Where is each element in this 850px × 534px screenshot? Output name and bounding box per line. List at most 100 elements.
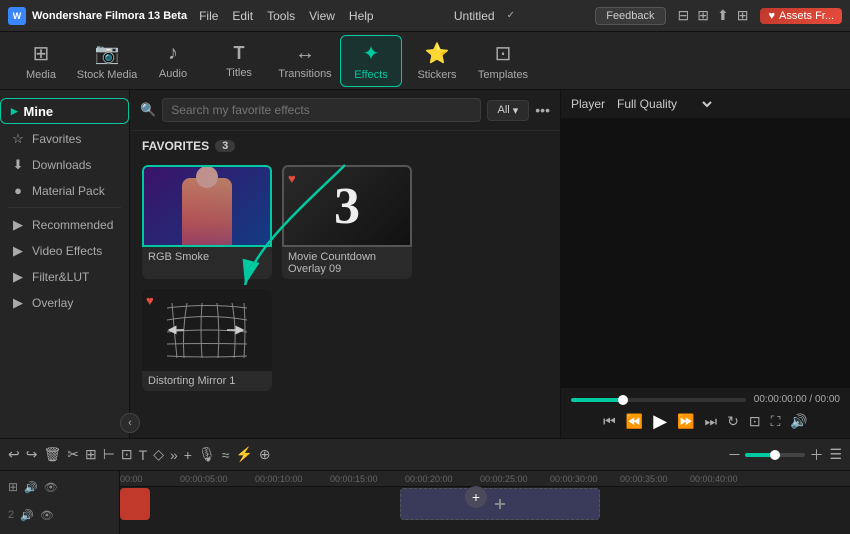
toolbar-effects[interactable]: ✦ Effects [340,35,402,87]
effects-label: Effects [354,69,387,81]
motion-icon[interactable]: ≈ [222,447,230,463]
toolbar-stock-media[interactable]: 📷 Stock Media [76,35,138,87]
menu-help[interactable]: Help [349,9,374,23]
video-effects-label: Video Effects [32,244,102,258]
toolbar-audio[interactable]: ♪ Audio [142,35,204,87]
toolbar-titles[interactable]: T Titles [208,35,270,87]
stickers-label: Stickers [417,69,456,81]
play-button[interactable]: ▶ [653,411,667,432]
frame-forward-icon[interactable]: ⏩ [677,413,694,430]
fullscreen-icon[interactable]: ⛶ [771,413,781,430]
sidebar-item-favorites[interactable]: ☆ Favorites [0,126,129,152]
frame-back-icon[interactable]: ⏪ [626,413,643,430]
progress-track[interactable] [571,398,746,402]
sidebar-collapse-button[interactable]: ‹ [120,413,140,433]
menu-file[interactable]: File [199,9,218,23]
settings-tl-icon[interactable]: ☰ [829,446,842,463]
zoom-in-icon[interactable]: ＋ [809,445,823,465]
timeline-clip-placeholder[interactable] [400,488,600,520]
copy-icon[interactable]: ⊞ [85,446,97,463]
keyframe-icon[interactable]: ◇ [153,446,164,463]
sidebar-item-material-pack[interactable]: ● Material Pack [0,178,129,203]
toolbar-transitions[interactable]: ↔ Transitions [274,35,336,87]
main-toolbar: ⊞ Media 📷 Stock Media ♪ Audio T Titles ↔… [0,32,850,90]
sidebar-item-downloads[interactable]: ⬇ Downloads [0,152,129,178]
player-controls: 00:00:00:00 / 00:00 ⏮ ⏪ ▶ ⏩ ⏭ ↻ ⊡ ⛶ 🔊 [561,387,850,438]
track2-eye-icon[interactable]: 👁 [40,509,54,522]
feedback-button[interactable]: Feedback [595,7,665,25]
speed-icon[interactable]: ⚡ [235,446,252,463]
countdown-label: Movie Countdown Overlay 09 [282,247,412,279]
heart-icon-countdown: ♥ [288,171,296,186]
favorites-label: Favorites [32,132,81,146]
add-clip-button[interactable]: + [465,486,487,508]
project-title: Untitled [454,9,495,23]
crop-icon[interactable]: ⊡ [749,413,761,430]
effect-card-distorting-mirror[interactable]: ♥ [142,289,272,391]
delete-icon[interactable]: 🗑 [43,446,61,463]
zoom-control: － ＋ [727,445,823,465]
timeline-clip-1[interactable] [120,488,150,520]
track1-vol-icon[interactable]: 🔊 [24,481,38,494]
zoom-slider[interactable] [745,453,805,457]
chevron-right-icon3: ▶ [10,269,26,285]
topbar: W Wondershare Filmora 13 Beta File Edit … [0,0,850,32]
skip-back-icon[interactable]: ⏮ [603,413,616,430]
chevron-right-icon: ▶ [10,217,26,233]
distort-mirror-svg [162,298,252,363]
split-icon[interactable]: ⊢ [103,446,115,463]
filter-button[interactable]: All ▾ [487,100,530,121]
redo-icon[interactable]: ↪ [26,446,38,463]
title-verified-icon: ✓ [507,10,515,21]
zoom-handle[interactable] [770,450,780,460]
menu-view[interactable]: View [309,9,335,23]
toolbar-media[interactable]: ⊞ Media [10,35,72,87]
track2-vol-icon[interactable]: 🔊 [20,509,34,522]
crop-tl-icon[interactable]: ⊡ [121,446,133,463]
sidebar-item-video-effects[interactable]: ▶ Video Effects [0,238,129,264]
quality-select[interactable]: Full Quality Half Quality Quarter Qualit… [613,96,715,112]
snap-icon[interactable]: ⊕ [259,446,271,463]
menu-edit[interactable]: Edit [232,9,253,23]
loop-icon[interactable]: ↻ [727,413,739,430]
skip-forward-icon[interactable]: ⏭ [705,413,718,430]
effect-card-movie-countdown[interactable]: ♥ 3 Movie Countdown Overlay 09 [282,165,412,279]
player-label: Player [571,97,605,111]
titles-label: Titles [226,67,252,79]
sidebar: ▸ Mine ☆ Favorites ⬇ Downloads ● Materia… [0,90,130,438]
share-icon[interactable]: ⬆ [717,7,729,24]
progress-handle[interactable] [618,395,628,405]
add-media-icon[interactable]: + [184,447,192,463]
sidebar-item-recommended[interactable]: ▶ Recommended [0,212,129,238]
transitions-icon: ↔ [295,42,315,65]
stock-media-label: Stock Media [77,69,138,81]
ruler-mark-3: 00:00:15:00 [330,474,378,484]
downloads-label: Downloads [32,158,91,172]
menu-tools[interactable]: Tools [267,9,295,23]
track1-eye-icon[interactable]: 👁 [44,481,58,494]
toolbar-templates[interactable]: ⊡ Templates [472,35,534,87]
text-tl-icon[interactable]: T [139,447,148,463]
effect-card-rgb-smoke[interactable]: RGB Smoke [142,165,272,279]
more-options-button[interactable]: ••• [535,102,550,118]
zoom-out-icon[interactable]: － [727,445,741,465]
sidebar-mine[interactable]: ▸ Mine [0,98,129,124]
undo-icon[interactable]: ↩ [8,446,20,463]
assets-button[interactable]: ♥ Assets Fr... [760,8,842,24]
ruler-mark-4: 00:00:20:00 [405,474,453,484]
heart-icon: ♥ [768,10,775,22]
effects-grid: RGB Smoke ♥ 3 Movie Countdown Overlay 09… [130,159,560,403]
track1-icon[interactable]: ⊞ [8,480,18,494]
volume-icon[interactable]: 🔊 [790,413,807,430]
track-label-1: ⊞ 🔊 👁 [8,475,111,499]
grid-icon[interactable]: ⊞ [737,7,749,24]
layout-icon[interactable]: ⊞ [697,7,709,24]
more-tl-icon[interactable]: » [170,447,178,463]
monitor-icon[interactable]: ⊟ [678,7,690,24]
audio-tl-icon[interactable]: 🎙 [198,446,216,463]
toolbar-stickers[interactable]: ⭐ Stickers [406,35,468,87]
cut-icon[interactable]: ✂ [67,446,79,463]
search-input[interactable] [162,98,480,122]
sidebar-item-overlay[interactable]: ▶ Overlay [0,290,129,316]
sidebar-item-filter-lut[interactable]: ▶ Filter&LUT [0,264,129,290]
